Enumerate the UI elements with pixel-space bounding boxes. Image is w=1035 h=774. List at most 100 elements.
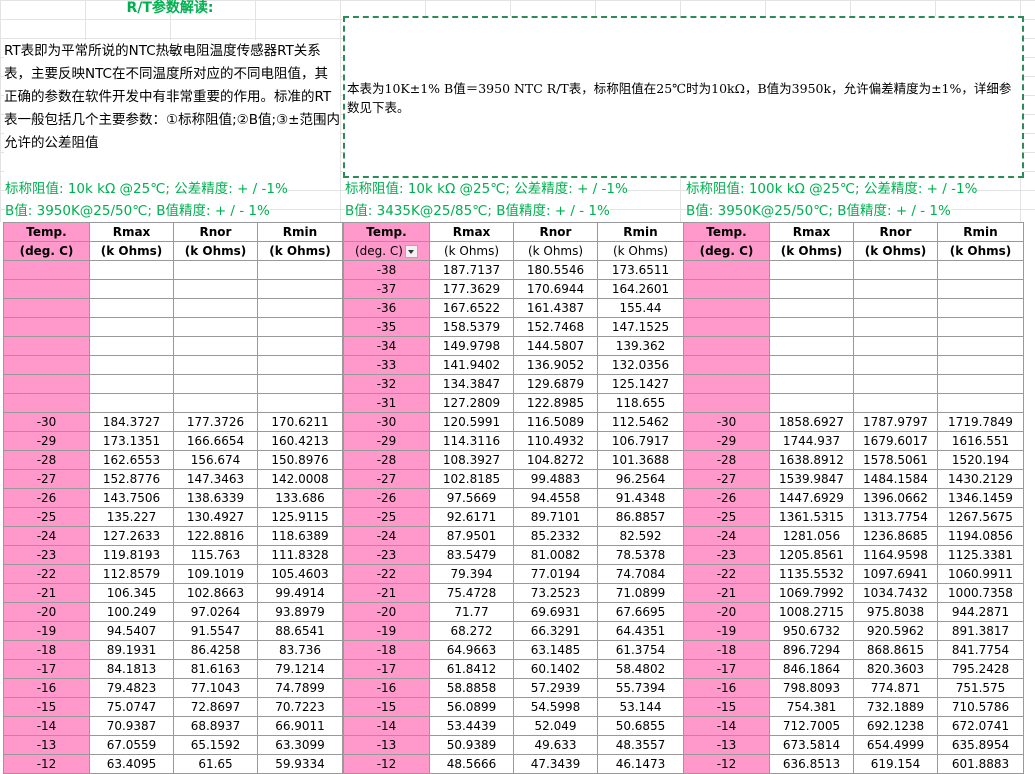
rmax-cell[interactable]: 100.249 bbox=[89, 602, 174, 622]
empty-cell[interactable] bbox=[683, 374, 770, 394]
rnor-cell[interactable]: 1236.8685 bbox=[853, 526, 938, 546]
empty-cell[interactable] bbox=[257, 393, 343, 413]
rmin-cell[interactable]: 101.3688 bbox=[597, 450, 684, 470]
rmin-cell[interactable]: 111.8328 bbox=[257, 545, 343, 565]
temp-cell[interactable]: -28 bbox=[343, 450, 430, 470]
temp-cell[interactable]: -21 bbox=[343, 583, 430, 603]
temp-cell[interactable]: -19 bbox=[343, 621, 430, 641]
rnor-cell[interactable]: 85.2332 bbox=[513, 526, 598, 546]
temp-cell[interactable]: -33 bbox=[343, 355, 430, 375]
rmin-cell[interactable]: 48.3557 bbox=[597, 735, 684, 755]
rmin-cell[interactable]: 1346.1459 bbox=[937, 488, 1024, 508]
temp-cell[interactable]: -17 bbox=[343, 659, 430, 679]
rmin-cell[interactable]: 1267.5675 bbox=[937, 507, 1024, 527]
rmax-cell[interactable]: 89.1931 bbox=[89, 640, 174, 660]
rnor-cell[interactable]: 102.8663 bbox=[173, 583, 258, 603]
empty-cell[interactable] bbox=[173, 393, 258, 413]
temp-cell[interactable]: -26 bbox=[343, 488, 430, 508]
rnor-cell[interactable]: 97.0264 bbox=[173, 602, 258, 622]
rmax-cell[interactable]: 106.345 bbox=[89, 583, 174, 603]
empty-cell[interactable] bbox=[853, 317, 938, 337]
rnor-cell[interactable]: 147.3463 bbox=[173, 469, 258, 489]
temp-cell[interactable]: -15 bbox=[343, 697, 430, 717]
temp-cell[interactable]: -32 bbox=[343, 374, 430, 394]
rnor-cell[interactable]: 130.4927 bbox=[173, 507, 258, 527]
empty-cell[interactable] bbox=[89, 393, 174, 413]
rnor-cell[interactable]: 166.6654 bbox=[173, 431, 258, 451]
rmax-cell[interactable]: 143.7506 bbox=[89, 488, 174, 508]
rmin-cell[interactable]: 1194.0856 bbox=[937, 526, 1024, 546]
rnor-cell[interactable]: 170.6944 bbox=[513, 279, 598, 299]
rmax-cell[interactable]: 1205.8561 bbox=[769, 545, 854, 565]
temp-cell[interactable]: -38 bbox=[343, 260, 430, 280]
empty-cell[interactable] bbox=[937, 298, 1024, 318]
rmin-cell[interactable]: 88.6541 bbox=[257, 621, 343, 641]
empty-cell[interactable] bbox=[937, 374, 1024, 394]
rmin-cell[interactable]: 93.8979 bbox=[257, 602, 343, 622]
rnor-cell[interactable]: 69.6931 bbox=[513, 602, 598, 622]
rmin-cell[interactable]: 67.6695 bbox=[597, 602, 684, 622]
empty-cell[interactable] bbox=[3, 374, 90, 394]
rmax-cell[interactable]: 712.7005 bbox=[769, 716, 854, 736]
empty-cell[interactable] bbox=[937, 336, 1024, 356]
temp-cell[interactable]: -34 bbox=[343, 336, 430, 356]
temp-cell[interactable]: -21 bbox=[3, 583, 90, 603]
rmin-cell[interactable]: 160.4213 bbox=[257, 431, 343, 451]
rmin-cell[interactable]: 83.736 bbox=[257, 640, 343, 660]
temp-cell[interactable]: -20 bbox=[3, 602, 90, 622]
temp-cell[interactable]: -13 bbox=[343, 735, 430, 755]
temp-cell[interactable]: -17 bbox=[3, 659, 90, 679]
rmin-cell[interactable]: 1430.2129 bbox=[937, 469, 1024, 489]
rmin-cell[interactable]: 710.5786 bbox=[937, 697, 1024, 717]
rmax-cell[interactable]: 97.5669 bbox=[429, 488, 514, 508]
rmax-cell[interactable]: 1858.6927 bbox=[769, 412, 854, 432]
temp-cell[interactable]: -30 bbox=[683, 412, 770, 432]
rmin-cell[interactable]: 841.7754 bbox=[937, 640, 1024, 660]
empty-cell[interactable] bbox=[853, 260, 938, 280]
rmin-cell[interactable]: 150.8976 bbox=[257, 450, 343, 470]
temp-cell[interactable]: -28 bbox=[3, 450, 90, 470]
rmax-cell[interactable]: 56.0899 bbox=[429, 697, 514, 717]
temp-cell[interactable]: -16 bbox=[683, 678, 770, 698]
rmax-cell[interactable]: 127.2809 bbox=[429, 393, 514, 413]
rnor-cell[interactable]: 104.8272 bbox=[513, 450, 598, 470]
rmin-cell[interactable]: 64.4351 bbox=[597, 621, 684, 641]
empty-cell[interactable] bbox=[89, 336, 174, 356]
rmin-cell[interactable]: 1719.7849 bbox=[937, 412, 1024, 432]
empty-cell[interactable] bbox=[257, 374, 343, 394]
empty-cell[interactable] bbox=[89, 374, 174, 394]
temp-cell[interactable]: -24 bbox=[3, 526, 90, 546]
empty-cell[interactable] bbox=[89, 298, 174, 318]
temp-cell[interactable]: -21 bbox=[683, 583, 770, 603]
rmax-cell[interactable]: 673.5814 bbox=[769, 735, 854, 755]
description-text-box[interactable]: 本表为10K±1% B值＝3950 NTC R/T表，标称阻值在25℃时为10k… bbox=[343, 16, 1024, 178]
rmax-cell[interactable]: 162.6553 bbox=[89, 450, 174, 470]
rnor-cell[interactable]: 177.3726 bbox=[173, 412, 258, 432]
rmax-cell[interactable]: 87.9501 bbox=[429, 526, 514, 546]
rnor-cell[interactable]: 920.5962 bbox=[853, 621, 938, 641]
temp-cell[interactable]: -29 bbox=[683, 431, 770, 451]
temp-cell[interactable]: -14 bbox=[683, 716, 770, 736]
rmin-cell[interactable]: 66.9011 bbox=[257, 716, 343, 736]
rmax-cell[interactable]: 92.6171 bbox=[429, 507, 514, 527]
rnor-cell[interactable]: 115.763 bbox=[173, 545, 258, 565]
temp-cell[interactable]: -25 bbox=[343, 507, 430, 527]
empty-cell[interactable] bbox=[257, 317, 343, 337]
rmin-cell[interactable]: 78.5378 bbox=[597, 545, 684, 565]
rnor-cell[interactable]: 73.2523 bbox=[513, 583, 598, 603]
empty-cell[interactable] bbox=[853, 298, 938, 318]
rmin-cell[interactable]: 1616.551 bbox=[937, 431, 1024, 451]
temp-cell[interactable]: -13 bbox=[683, 735, 770, 755]
rnor-cell[interactable]: 692.1238 bbox=[853, 716, 938, 736]
rnor-cell[interactable]: 63.1485 bbox=[513, 640, 598, 660]
empty-cell[interactable] bbox=[937, 279, 1024, 299]
empty-cell[interactable] bbox=[173, 336, 258, 356]
rnor-cell[interactable]: 129.6879 bbox=[513, 374, 598, 394]
temp-cell[interactable]: -27 bbox=[3, 469, 90, 489]
rmax-cell[interactable]: 184.3727 bbox=[89, 412, 174, 432]
rmax-cell[interactable]: 177.3629 bbox=[429, 279, 514, 299]
empty-cell[interactable] bbox=[769, 279, 854, 299]
temp-cell[interactable]: -18 bbox=[343, 640, 430, 660]
rnor-cell[interactable]: 868.8615 bbox=[853, 640, 938, 660]
temp-cell[interactable]: -30 bbox=[3, 412, 90, 432]
